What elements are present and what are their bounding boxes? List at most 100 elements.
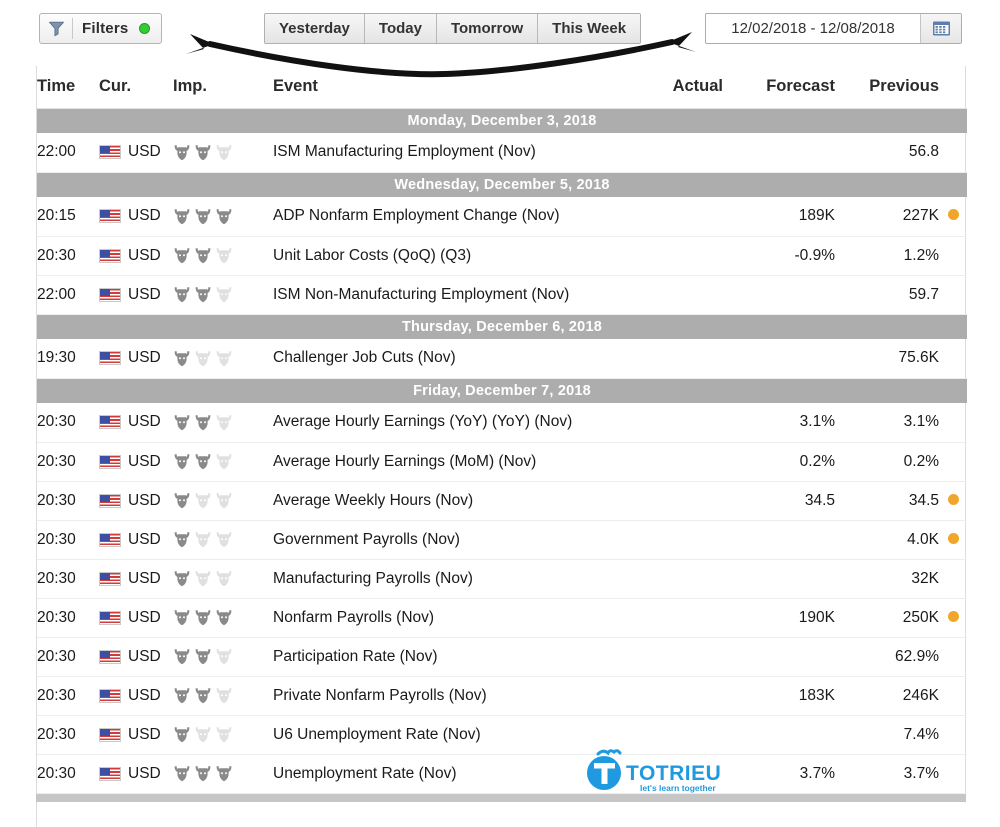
table-row[interactable]: 20:30USDUnit Labor Costs (QoQ) (Q3)-0.9%… xyxy=(37,236,967,275)
cell-alert[interactable] xyxy=(939,133,967,172)
cell-importance[interactable] xyxy=(173,403,273,442)
us-flag-icon xyxy=(99,145,121,159)
column-header-forecast[interactable]: Forecast xyxy=(723,66,835,108)
cell-alert[interactable] xyxy=(939,715,967,754)
bull-icon xyxy=(173,648,191,665)
table-row[interactable]: 22:00USDISM Non-Manufacturing Employment… xyxy=(37,275,967,314)
cell-event-name[interactable]: Average Weekly Hours (Nov) xyxy=(273,481,619,520)
cell-importance[interactable] xyxy=(173,481,273,520)
table-row[interactable]: 20:30USDAverage Hourly Earnings (YoY) (Y… xyxy=(37,403,967,442)
tab-this-week[interactable]: This Week xyxy=(538,14,640,43)
cell-alert[interactable] xyxy=(939,197,967,236)
economic-calendar-page: Filters Yesterday Today Tomorrow This We… xyxy=(0,0,1000,827)
column-header-previous[interactable]: Previous xyxy=(835,66,939,108)
date-range-picker[interactable]: 12/02/2018 - 12/08/2018 xyxy=(705,13,962,44)
calendar-toolbar: Filters Yesterday Today Tomorrow This We… xyxy=(0,0,1000,56)
cell-event-name[interactable]: U6 Unemployment Rate (Nov) xyxy=(273,715,619,754)
cell-event-name[interactable]: Unit Labor Costs (QoQ) (Q3) xyxy=(273,236,619,275)
cell-actual xyxy=(619,754,723,793)
cell-importance[interactable] xyxy=(173,442,273,481)
calendar-button[interactable] xyxy=(920,14,961,43)
table-row[interactable]: 20:30USDParticipation Rate (Nov)62.9% xyxy=(37,637,967,676)
cell-currency: USD xyxy=(99,133,173,172)
cell-alert[interactable] xyxy=(939,676,967,715)
table-row[interactable]: 22:00USDISM Manufacturing Employment (No… xyxy=(37,133,967,172)
cell-importance[interactable] xyxy=(173,676,273,715)
cell-alert[interactable] xyxy=(939,403,967,442)
table-row[interactable]: 19:30USDChallenger Job Cuts (Nov)75.6K xyxy=(37,339,967,378)
cell-event-name[interactable]: ISM Manufacturing Employment (Nov) xyxy=(273,133,619,172)
cell-importance[interactable] xyxy=(173,754,273,793)
cell-importance[interactable] xyxy=(173,197,273,236)
table-row[interactable]: 20:30USDManufacturing Payrolls (Nov)32K xyxy=(37,559,967,598)
column-header-event[interactable]: Event xyxy=(273,66,619,108)
bull-icon xyxy=(173,609,191,626)
cell-event-name[interactable]: Average Hourly Earnings (YoY) (YoY) (Nov… xyxy=(273,403,619,442)
table-row[interactable]: 20:30USDPrivate Nonfarm Payrolls (Nov)18… xyxy=(37,676,967,715)
alert-dot-icon[interactable] xyxy=(948,611,959,622)
cell-importance[interactable] xyxy=(173,715,273,754)
table-row[interactable]: 20:15USDADP Nonfarm Employment Change (N… xyxy=(37,197,967,236)
cell-importance[interactable] xyxy=(173,598,273,637)
tab-tomorrow[interactable]: Tomorrow xyxy=(437,14,538,43)
cell-alert[interactable] xyxy=(939,598,967,637)
us-flag-icon xyxy=(99,209,121,223)
column-header-time[interactable]: Time xyxy=(37,66,99,108)
alert-dot-icon[interactable] xyxy=(948,533,959,544)
alert-dot-icon[interactable] xyxy=(948,209,959,220)
cell-alert[interactable] xyxy=(939,339,967,378)
cell-alert[interactable] xyxy=(939,275,967,314)
cell-event-name[interactable]: Private Nonfarm Payrolls (Nov) xyxy=(273,676,619,715)
cell-event-name[interactable]: Manufacturing Payrolls (Nov) xyxy=(273,559,619,598)
cell-event-name[interactable]: ISM Non-Manufacturing Employment (Nov) xyxy=(273,275,619,314)
bull-icon xyxy=(173,208,191,225)
cell-alert[interactable] xyxy=(939,559,967,598)
funnel-icon xyxy=(48,20,65,37)
cell-event-name[interactable]: Challenger Job Cuts (Nov) xyxy=(273,339,619,378)
tab-yesterday[interactable]: Yesterday xyxy=(265,14,365,43)
cell-importance[interactable] xyxy=(173,559,273,598)
cell-event-name[interactable]: Average Hourly Earnings (MoM) (Nov) xyxy=(273,442,619,481)
cell-alert[interactable] xyxy=(939,637,967,676)
filters-button[interactable]: Filters xyxy=(39,13,162,44)
cell-importance[interactable] xyxy=(173,236,273,275)
alert-dot-icon[interactable] xyxy=(948,494,959,505)
cell-event-name[interactable]: Unemployment Rate (Nov) xyxy=(273,754,619,793)
bull-icon xyxy=(215,492,233,509)
cell-importance[interactable] xyxy=(173,133,273,172)
cell-time: 20:30 xyxy=(37,481,99,520)
importance-bulls xyxy=(173,350,273,367)
table-row[interactable]: 20:30USDUnemployment Rate (Nov)3.7%3.7% xyxy=(37,754,967,793)
importance-bulls xyxy=(173,144,273,161)
cell-importance[interactable] xyxy=(173,520,273,559)
bull-icon xyxy=(215,350,233,367)
cell-importance[interactable] xyxy=(173,637,273,676)
cell-importance[interactable] xyxy=(173,339,273,378)
column-header-actual[interactable]: Actual xyxy=(619,66,723,108)
cell-alert[interactable] xyxy=(939,236,967,275)
cell-currency: USD xyxy=(99,275,173,314)
cell-alert[interactable] xyxy=(939,754,967,793)
table-row[interactable]: 20:30USDNonfarm Payrolls (Nov)190K250K xyxy=(37,598,967,637)
table-row[interactable]: 20:30USDAverage Hourly Earnings (MoM) (N… xyxy=(37,442,967,481)
table-row[interactable]: 20:30USDAverage Weekly Hours (Nov)34.534… xyxy=(37,481,967,520)
table-row[interactable]: 20:30USDGovernment Payrolls (Nov)4.0K xyxy=(37,520,967,559)
cell-event-name[interactable]: Government Payrolls (Nov) xyxy=(273,520,619,559)
currency-code: USD xyxy=(128,765,161,783)
cell-previous: 7.4% xyxy=(835,715,939,754)
importance-bulls xyxy=(173,687,273,704)
date-group-label: Thursday, December 6, 2018 xyxy=(37,314,967,339)
column-header-importance[interactable]: Imp. xyxy=(173,66,273,108)
column-header-currency[interactable]: Cur. xyxy=(99,66,173,108)
tab-today[interactable]: Today xyxy=(365,14,437,43)
cell-event-name[interactable]: ADP Nonfarm Employment Change (Nov) xyxy=(273,197,619,236)
cell-importance[interactable] xyxy=(173,275,273,314)
cell-alert[interactable] xyxy=(939,442,967,481)
bull-icon xyxy=(215,531,233,548)
cell-event-name[interactable]: Participation Rate (Nov) xyxy=(273,637,619,676)
cell-alert[interactable] xyxy=(939,481,967,520)
table-row[interactable]: 20:30USDU6 Unemployment Rate (Nov)7.4% xyxy=(37,715,967,754)
cell-time: 19:30 xyxy=(37,339,99,378)
cell-event-name[interactable]: Nonfarm Payrolls (Nov) xyxy=(273,598,619,637)
cell-alert[interactable] xyxy=(939,520,967,559)
